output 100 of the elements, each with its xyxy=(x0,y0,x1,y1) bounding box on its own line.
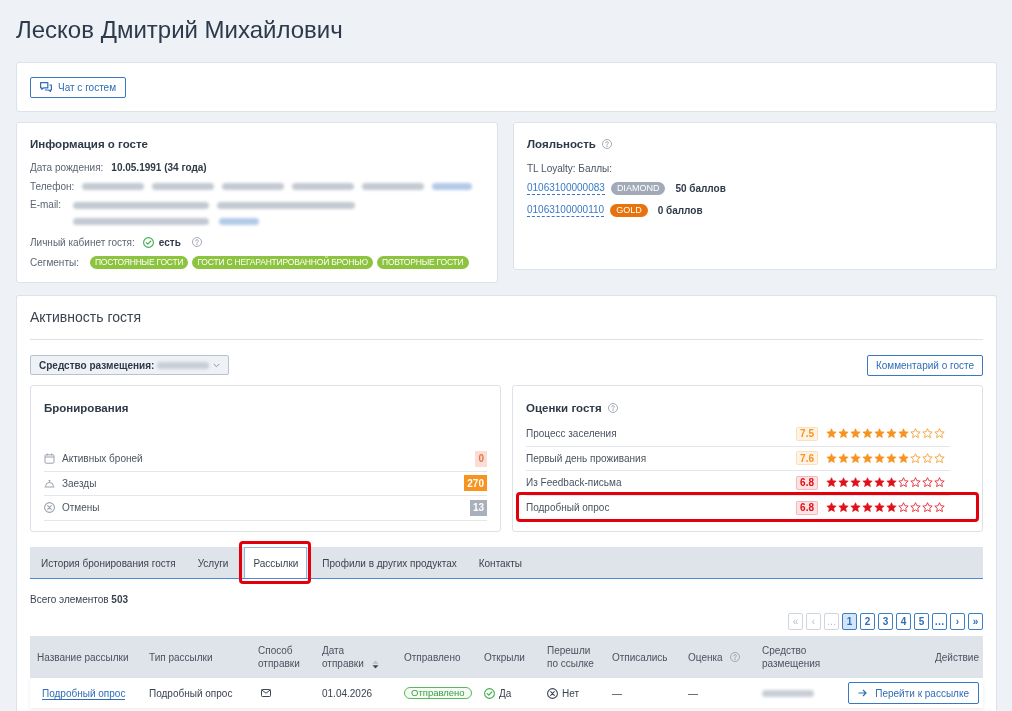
star-icon xyxy=(910,502,921,514)
column-header: Тип рассылки xyxy=(149,650,213,664)
star-icon xyxy=(910,477,921,489)
points-value: 0 баллов xyxy=(657,203,703,218)
card-title: Лояльность xyxy=(527,137,596,152)
score-badge: 7.5 xyxy=(796,426,818,441)
star-icon xyxy=(886,452,897,464)
count-badge: 0 xyxy=(475,450,487,467)
card-title: Оценки гостя xyxy=(526,401,602,416)
count-badge: 270 xyxy=(464,475,487,492)
star-icon xyxy=(874,428,885,440)
rating-label: Подробный опрос xyxy=(526,501,610,516)
star-icon xyxy=(874,452,885,464)
tab[interactable]: История бронирования гостя xyxy=(30,547,187,578)
sort-icon[interactable] xyxy=(372,660,379,669)
check-circle-icon xyxy=(484,687,495,699)
program-label: TL Loyalty: Баллы: xyxy=(527,162,614,176)
star-icon xyxy=(826,477,837,489)
star-icon xyxy=(826,452,837,464)
page-button[interactable]: 2 xyxy=(860,613,875,630)
page-button[interactable]: 4 xyxy=(896,613,911,630)
card-number-link[interactable]: 01063100000110 xyxy=(527,203,605,217)
tier-badge: DIAMOND xyxy=(610,181,666,195)
card-number-link[interactable]: 01063100000083 xyxy=(527,181,605,195)
help-icon xyxy=(601,139,612,149)
tab[interactable]: Контакты xyxy=(467,547,533,578)
booking-label: Активных броней xyxy=(62,452,143,467)
count-badge: 13 xyxy=(469,499,487,516)
field-value: есть xyxy=(158,235,181,250)
star-icon xyxy=(886,428,897,440)
column-header: Открыли xyxy=(484,650,525,664)
status-badge: Отправлено xyxy=(404,687,472,699)
star-icon xyxy=(874,502,885,514)
star-icon xyxy=(922,502,933,514)
table-cell: — xyxy=(612,687,622,699)
star-icon xyxy=(886,502,897,514)
property-dropdown[interactable]: Средство размещения: xyxy=(30,355,229,375)
segment-tag: ПОСТОЯННЫЕ ГОСТИ xyxy=(89,255,189,269)
star-icon xyxy=(838,452,849,464)
column-header: Отписались xyxy=(612,650,668,664)
field-label: Сегменты: xyxy=(30,255,79,270)
tab[interactable]: Услуги xyxy=(186,547,240,578)
help-icon xyxy=(191,237,202,247)
x-circle-icon xyxy=(44,502,55,514)
star-icon xyxy=(862,477,873,489)
star-icon xyxy=(922,428,933,440)
page-title: Лесков Дмитрий Михайлович xyxy=(16,15,343,45)
star-icon xyxy=(934,477,945,489)
column-header: Отправлено xyxy=(404,650,461,664)
star-icon xyxy=(934,428,945,440)
star-icon xyxy=(922,477,933,489)
field-label: Дата рождения: xyxy=(30,161,104,175)
mail-icon xyxy=(261,689,271,697)
star-icon xyxy=(862,452,873,464)
page-button[interactable]: 5 xyxy=(914,613,929,630)
table-cell-text: Да xyxy=(499,686,512,701)
field-label: Личный кабинет гостя: xyxy=(30,235,135,250)
column-header: Перешли по ссылке xyxy=(547,644,595,670)
star-icon xyxy=(826,428,837,440)
star-icon xyxy=(850,502,861,514)
tab[interactable]: Рассылки xyxy=(244,547,308,578)
table-cell: — xyxy=(688,687,698,699)
points-value: 50 баллов xyxy=(675,181,726,196)
chat-button[interactable]: Чат с гостем xyxy=(30,76,127,98)
blurred-value xyxy=(157,361,210,369)
star-icon xyxy=(934,502,945,514)
mailing-link[interactable]: Подробный опрос xyxy=(42,687,126,700)
table-cell: Подробный опрос xyxy=(149,687,233,699)
tier-badge: GOLD xyxy=(610,203,648,217)
star-icon xyxy=(922,452,933,464)
tab[interactable]: Профили в других продуктах xyxy=(311,547,468,578)
column-header: Дата отправки xyxy=(322,644,365,670)
card-title: Бронирования xyxy=(44,401,130,416)
page-button[interactable]: 3 xyxy=(878,613,893,630)
rating-label: Первый день проживания xyxy=(526,451,647,466)
page-button[interactable]: … xyxy=(932,613,947,630)
rating-label: Из Feedback-письма xyxy=(526,476,622,491)
page-button[interactable]: › xyxy=(950,613,965,630)
help-icon xyxy=(729,652,740,662)
score-badge: 6.8 xyxy=(796,500,818,515)
calendar-icon xyxy=(44,453,55,465)
arrow-right-icon xyxy=(858,689,868,697)
star-icon xyxy=(850,452,861,464)
star-icon xyxy=(862,428,873,440)
comment-button[interactable]: Комментарий о госте xyxy=(866,354,983,376)
blurred-value xyxy=(762,689,814,697)
star-icon xyxy=(850,477,861,489)
field-label: Телефон: xyxy=(30,180,75,194)
service-bell-icon xyxy=(44,478,55,488)
column-header: Способ отправки xyxy=(258,644,301,670)
star-icon xyxy=(934,452,945,464)
page-button[interactable]: » xyxy=(968,613,983,630)
column-header: Средство размещения xyxy=(762,644,822,670)
page-button[interactable]: 1 xyxy=(842,613,857,630)
star-icon xyxy=(898,502,909,514)
star-icon xyxy=(910,452,921,464)
go-to-mailing-button[interactable]: Перейти к рассылке xyxy=(848,682,979,704)
total-count: Всего элементов 503 xyxy=(30,593,130,607)
column-header: Действие xyxy=(935,650,979,664)
card-title: Информация о госте xyxy=(30,137,149,152)
